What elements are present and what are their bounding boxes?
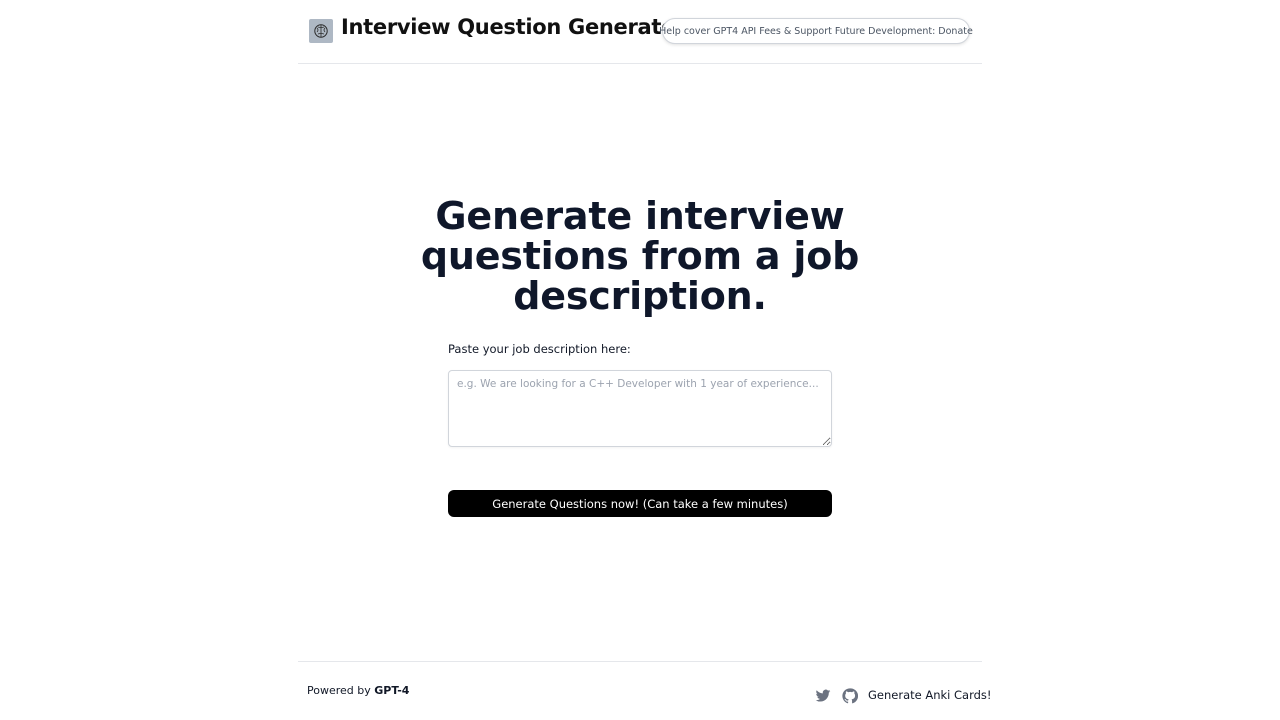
page-headline: Generate interview questions from a job … (420, 194, 860, 318)
twitter-icon[interactable] (815, 688, 831, 704)
donate-button[interactable]: Help cover GPT4 API Fees & Support Futur… (659, 18, 973, 44)
github-icon[interactable] (842, 688, 859, 704)
generate-questions-button[interactable]: Generate Questions now! (Can take a few … (448, 490, 832, 517)
powered-by-prefix: Powered by (307, 684, 371, 697)
site-title: Interview Question Generator (341, 15, 686, 39)
generate-anki-cards-link[interactable]: Generate Anki Cards! (868, 688, 992, 702)
job-description-label: Paste your job description here: (448, 342, 631, 356)
site-footer: Powered by GPT-4 Generate Anki Cards! (298, 661, 992, 720)
brain-icon (309, 19, 333, 43)
page: Interview Question Generator Help cover … (0, 0, 1280, 720)
powered-by-brand[interactable]: GPT-4 (374, 684, 409, 697)
site-header: Interview Question Generator Help cover … (298, 0, 982, 64)
powered-by: Powered by GPT-4 (307, 684, 409, 697)
job-description-input[interactable] (448, 370, 832, 447)
